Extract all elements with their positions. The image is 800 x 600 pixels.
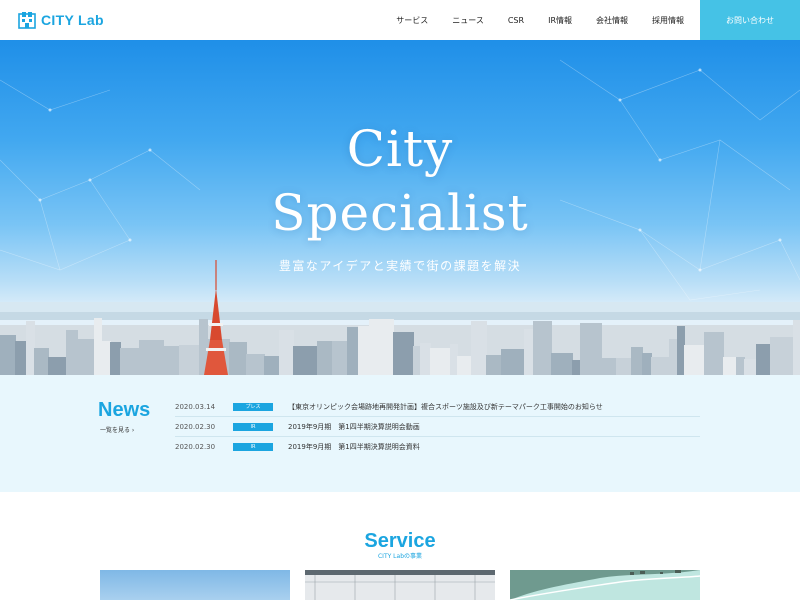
news-list: 2020.03.14 プレス 【東京オリンピック会場跡地再開発計画】複合スポーツ… [175,397,700,457]
nav-item-company[interactable]: 会社情報 [596,15,628,26]
skyline-building [486,355,502,375]
city-building-icon [18,12,36,29]
skyline-building [601,358,617,375]
skyline-building [572,360,581,375]
skyline-building [66,330,78,375]
news-more-link[interactable]: 一覧を見る › [100,425,134,434]
news-date: 2020.02.30 [175,422,216,431]
news-item[interactable]: 2020.02.30 IR 2019年9月期 第1四半期決算説明会資料 [175,437,700,457]
skyline-building [120,348,140,375]
skyline-building [580,323,602,375]
skyline-building [651,357,670,375]
hero-title-line1: City [346,120,454,178]
hero-banner: City Specialist 豊富なアイデアと実績で街の課題を解決 [0,40,800,375]
skyline-building [631,347,643,375]
skyline-building [15,341,27,375]
news-category-badge: プレス [233,402,273,411]
skyline-building [77,339,95,375]
skyline-building [179,345,200,375]
news-heading: News [98,399,151,421]
skyline-building [317,341,333,375]
skyline-building [369,319,394,375]
nav-item-ir[interactable]: IR情報 [548,15,572,26]
hero-subtitle: 豊富なアイデアと実績で街の課題を解決 [278,259,522,273]
skyline-building [246,354,265,375]
skyline-building [358,326,370,375]
skyline-building [669,339,678,375]
service-subheading: CITY Labの事業 [377,553,423,560]
skyline-building [723,357,737,375]
skyline-building [420,343,431,375]
coastline-image [510,570,700,600]
skyline-building [101,341,111,375]
skyline-building [393,332,414,375]
skyline-building [347,327,359,375]
skyline-building [229,342,247,375]
skyline-building [34,348,49,375]
skyline-building [430,348,451,375]
skyline-building [48,357,67,375]
skyline-building [0,335,16,375]
hero-title-line2: Specialist [271,184,529,242]
news-headline[interactable]: 【東京オリンピック会場跡地再開発計画】複合スポーツ施設及び新テーマパーク工事開始… [288,402,603,412]
news-headline[interactable]: 2019年9月期 第1四半期決算説明会資料 [288,442,420,452]
skyline-building [293,346,318,375]
skyline-building [279,330,294,375]
skyline-building [642,353,652,375]
service-card-3[interactable] [510,570,700,600]
news-category-badge: IR [233,443,273,451]
skyline-building [110,342,121,375]
skyline-building [756,344,771,375]
logo[interactable]: CITY Lab [18,10,104,30]
skyline-building [332,341,348,375]
contact-button[interactable]: お問い合わせ [700,0,800,40]
service-section: Service CITY Labの事業 [0,492,800,600]
service-card-2[interactable] [305,570,495,600]
skyline-building [413,346,421,375]
skyline-building [26,321,35,375]
skyline-building [677,326,685,375]
skyline-building [551,353,573,375]
news-date: 2020.03.14 [175,402,216,411]
skyline-building [736,357,745,375]
building-facade-image [305,570,495,600]
skyline-building [264,356,280,375]
news-item[interactable]: 2020.03.14 プレス 【東京オリンピック会場跡地再開発計画】複合スポーツ… [175,397,700,417]
skyline-building [744,359,757,375]
skyline-building [163,346,180,375]
skyline-building [616,358,632,375]
nav-item-recruit[interactable]: 採用情報 [652,15,684,26]
skyline-building [94,318,102,375]
news-category-badge: IR [233,422,273,431]
news-date: 2020.02.30 [175,443,216,451]
main-nav: サービス ニュース CSR IR情報 会社情報 採用情報 [372,0,684,40]
skyline-building [457,356,472,375]
nav-item-news[interactable]: ニュース [452,15,484,26]
logo-text: CITY Lab [41,12,104,28]
skyline-building [471,321,487,375]
news-section: News 一覧を見る › 2020.03.14 プレス 【東京オリンピック会場跡… [0,375,800,492]
service-card-1[interactable] [100,570,290,600]
skyline-building [450,344,458,375]
news-item[interactable]: 2020.02.30 IR 2019年9月期 第1四半期決算説明会動画 [175,417,700,437]
skyline-building [684,345,705,375]
site-header: CITY Lab サービス ニュース CSR IR情報 会社情報 採用情報 お問… [0,0,800,40]
nav-item-csr[interactable]: CSR [508,16,524,25]
skyline-building [524,329,534,375]
skyline-building [533,321,552,375]
skyline-building [770,337,794,375]
skyline-building [139,340,164,375]
nav-item-service[interactable]: サービス [396,15,428,26]
skyline-building [793,320,800,375]
news-headline[interactable]: 2019年9月期 第1四半期決算説明会動画 [288,422,420,432]
skyline-building [501,349,525,375]
skyline-building [704,332,724,375]
service-heading: Service [364,530,436,552]
